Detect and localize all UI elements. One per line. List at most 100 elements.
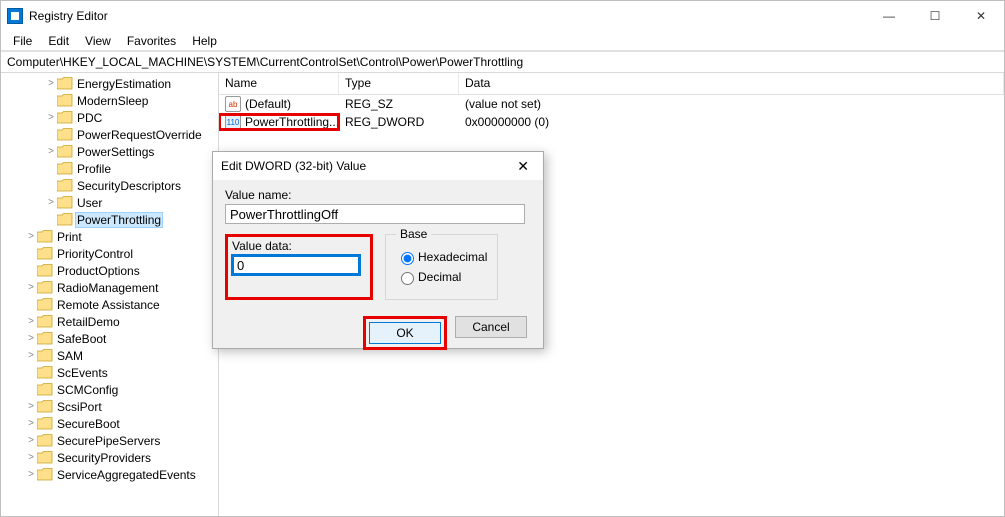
regedit-icon [7,8,23,24]
tree-item-serviceaggregatedevents[interactable]: >ServiceAggregatedEvents [1,466,218,483]
tree-item-powersettings[interactable]: >PowerSettings [1,143,218,160]
tree-item-secureboot[interactable]: >SecureBoot [1,415,218,432]
folder-icon [57,111,73,124]
tree-item-productoptions[interactable]: >ProductOptions [1,262,218,279]
tree-item-safeboot[interactable]: > SafeBoot [1,330,218,347]
tree-item-securityproviders[interactable]: >SecurityProviders [1,449,218,466]
folder-icon [57,77,73,90]
tree-item-profile[interactable]: >Profile [1,160,218,177]
tree-item-label: ModernSleep [75,94,150,108]
expand-icon[interactable]: > [25,350,37,361]
expand-icon[interactable]: > [45,112,57,123]
value-data-field[interactable] [232,255,360,275]
folder-icon [37,366,53,379]
expand-icon[interactable]: > [45,78,57,89]
folder-icon [37,417,53,430]
tree-item-scevents[interactable]: >ScEvents [1,364,218,381]
menu-favorites[interactable]: Favorites [119,32,184,50]
value-type: REG_SZ [339,97,459,111]
ok-button[interactable]: OK [369,322,441,344]
table-row[interactable]: 110PowerThrottling...REG_DWORD0x00000000… [219,113,1004,131]
expand-icon[interactable]: > [25,401,37,412]
minimize-button[interactable]: — [866,1,912,31]
tree-item-powerthrottling[interactable]: >PowerThrottling [1,211,218,228]
menu-edit[interactable]: Edit [40,32,77,50]
value-data-highlight: Value data: [225,234,373,300]
folder-icon [37,451,53,464]
expand-icon[interactable]: > [25,418,37,429]
maximize-button[interactable]: ☐ [912,1,958,31]
folder-icon [37,468,53,481]
folder-icon [37,349,53,362]
list-header[interactable]: Name Type Data [219,73,1004,95]
cancel-button[interactable]: Cancel [455,316,527,338]
base-legend: Base [396,227,431,241]
value-name: (Default) [245,97,291,111]
folder-icon [37,315,53,328]
expand-icon[interactable]: > [25,231,37,242]
folder-icon [57,145,73,158]
tree-item-label: ScsiPort [55,400,104,414]
expand-icon[interactable]: > [25,333,37,344]
expand-icon[interactable]: > [25,435,37,446]
column-data[interactable]: Data [459,73,1004,94]
menubar: File Edit View Favorites Help [1,31,1004,51]
dialog-title: Edit DWORD (32-bit) Value [221,159,366,173]
tree-pane[interactable]: >EnergyEstimation>ModernSleep>PDC>PowerR… [1,73,219,516]
tree-item-radiomanagement[interactable]: > RadioManagement [1,279,218,296]
tree-item-securitydescriptors[interactable]: >SecurityDescriptors [1,177,218,194]
dialog-close-button[interactable]: ✕ [511,158,535,175]
tree-item-user[interactable]: >User [1,194,218,211]
tree-item-modernsleep[interactable]: >ModernSleep [1,92,218,109]
folder-icon [37,332,53,345]
tree-item-label: RetailDemo [55,315,122,329]
folder-icon [57,94,73,107]
tree-item-sam[interactable]: > SAM [1,347,218,364]
tree-item-print[interactable]: >Print [1,228,218,245]
radio-dec[interactable] [401,272,414,285]
tree-item-energyestimation[interactable]: >EnergyEstimation [1,75,218,92]
close-button[interactable]: ✕ [958,1,1004,31]
menu-help[interactable]: Help [184,32,225,50]
edit-dword-dialog: Edit DWORD (32-bit) Value ✕ Value name: … [212,151,544,349]
table-row[interactable]: ab(Default)REG_SZ(value not set) [219,95,1004,113]
menu-file[interactable]: File [5,32,40,50]
expand-icon[interactable]: > [25,282,37,293]
dword-value-icon: 110 [225,114,241,130]
folder-icon [57,196,73,209]
folder-icon [57,213,73,226]
folder-icon [37,383,53,396]
tree-item-powerrequestoverride[interactable]: >PowerRequestOverride [1,126,218,143]
expand-icon[interactable]: > [25,316,37,327]
expand-icon[interactable]: > [25,452,37,463]
tree-item-pdc[interactable]: >PDC [1,109,218,126]
address-bar[interactable]: Computer\HKEY_LOCAL_MACHINE\SYSTEM\Curre… [1,51,1004,73]
tree-item-label: SAM [55,349,85,363]
tree-item-label: RadioManagement [55,281,160,295]
tree-item-label: ProductOptions [55,264,142,278]
menu-view[interactable]: View [77,32,119,50]
tree-item-label: SecurityDescriptors [75,179,183,193]
column-name[interactable]: Name [219,73,339,94]
folder-icon [37,264,53,277]
radio-hex[interactable] [401,252,414,265]
tree-item-label: Remote Assistance [55,298,162,312]
expand-icon[interactable]: > [25,469,37,480]
window-title: Registry Editor [29,9,108,23]
expand-icon[interactable]: > [45,146,57,157]
tree-item-securepipeservers[interactable]: >SecurePipeServers [1,432,218,449]
tree-item-scsiport[interactable]: > ScsiPort [1,398,218,415]
column-type[interactable]: Type [339,73,459,94]
folder-icon [57,179,73,192]
expand-icon[interactable]: > [45,197,57,208]
tree-item-label: SafeBoot [55,332,108,346]
folder-icon [37,434,53,447]
tree-item-remote-assistance[interactable]: >Remote Assistance [1,296,218,313]
tree-item-prioritycontrol[interactable]: >PriorityControl [1,245,218,262]
folder-icon [37,247,53,260]
tree-item-scmconfig[interactable]: >SCMConfig [1,381,218,398]
tree-item-retaildemo[interactable]: > RetailDemo [1,313,218,330]
value-name-field[interactable] [225,204,525,224]
value-name-label: Value name: [225,188,531,202]
radio-hex-label: Hexadecimal [418,250,487,264]
